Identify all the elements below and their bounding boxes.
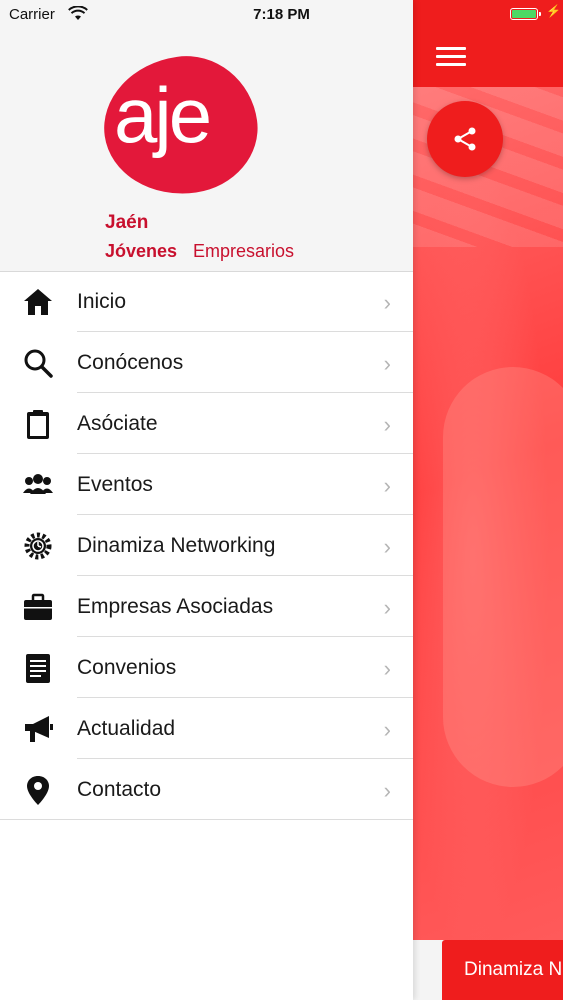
briefcase-icon bbox=[24, 593, 52, 620]
location-pin-icon bbox=[27, 776, 49, 805]
chevron-right-icon: › bbox=[383, 778, 391, 803]
menu-item-label: Asóciate bbox=[77, 412, 158, 435]
menu-item-contacto[interactable]: Contacto › bbox=[0, 759, 413, 820]
menu-item-actualidad[interactable]: Actualidad › bbox=[0, 698, 413, 759]
menu-toggle-button[interactable] bbox=[436, 45, 466, 67]
share-icon bbox=[454, 127, 476, 151]
menu-item-dinamiza-networking[interactable]: Dinamiza Networking › bbox=[0, 515, 413, 576]
main-app-pane: ⚡ Dinamiza Networking bbox=[413, 0, 563, 1000]
gear-icon bbox=[24, 532, 52, 560]
menu-item-label: Contacto bbox=[77, 778, 162, 801]
chevron-right-icon: › bbox=[383, 717, 391, 742]
home-icon bbox=[24, 289, 52, 315]
menu-item-label: Conócenos bbox=[77, 351, 184, 374]
logo-city: Jaén bbox=[105, 212, 149, 233]
drawer-header: aje Jaén Jóvenes Empresarios bbox=[0, 0, 413, 272]
menu-item-label: Actualidad bbox=[77, 717, 176, 740]
chevron-right-icon: › bbox=[383, 534, 391, 559]
hero-image bbox=[413, 87, 563, 940]
people-icon bbox=[23, 474, 53, 494]
search-icon bbox=[24, 349, 53, 378]
logo-subtitle-regular: Empresarios bbox=[193, 241, 295, 261]
chevron-right-icon: › bbox=[383, 290, 391, 315]
chevron-right-icon: › bbox=[383, 351, 391, 376]
document-icon bbox=[26, 654, 50, 683]
menu-item-label: Eventos bbox=[77, 473, 153, 496]
logo-mark: aje bbox=[114, 71, 212, 159]
menu-item-asociate[interactable]: Asóciate › bbox=[0, 393, 413, 454]
menu-item-label: Inicio bbox=[77, 290, 127, 313]
side-menu-drawer: aje Jaén Jóvenes Empresarios Inicio › Co… bbox=[0, 0, 413, 1000]
menu-item-label: Dinamiza Networking bbox=[77, 534, 276, 557]
menu-item-convenios[interactable]: Convenios › bbox=[0, 637, 413, 698]
megaphone-icon bbox=[25, 716, 53, 742]
chevron-right-icon: › bbox=[383, 595, 391, 620]
dinamiza-networking-button[interactable]: Dinamiza Networking bbox=[442, 940, 563, 1000]
menu-item-conocenos[interactable]: Conócenos › bbox=[0, 332, 413, 393]
menu-item-label: Empresas Asociadas bbox=[77, 595, 274, 618]
share-button[interactable] bbox=[427, 101, 503, 177]
status-time: 7:18 PM bbox=[253, 6, 310, 23]
menu-item-empresas-asociadas[interactable]: Empresas Asociadas › bbox=[0, 576, 413, 637]
menu-list: Inicio › Conócenos › Asóciate › Eventos … bbox=[0, 271, 413, 820]
chevron-right-icon: › bbox=[383, 656, 391, 681]
menu-item-eventos[interactable]: Eventos › bbox=[0, 454, 413, 515]
chevron-right-icon: › bbox=[383, 473, 391, 498]
logo-subtitle-bold: Jóvenes bbox=[105, 241, 178, 261]
menu-item-inicio[interactable]: Inicio › bbox=[0, 271, 413, 332]
clipboard-icon bbox=[27, 410, 49, 439]
chevron-right-icon: › bbox=[383, 412, 391, 437]
menu-item-label: Convenios bbox=[77, 656, 177, 679]
